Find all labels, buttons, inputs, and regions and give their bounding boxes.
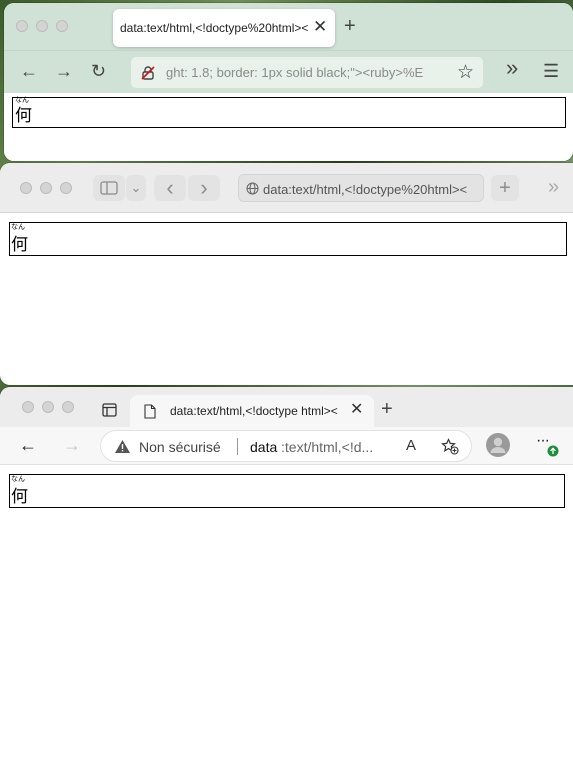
back-button[interactable]: ← [19,435,37,455]
zoom-window-button[interactable] [56,20,68,32]
window-controls [22,401,74,413]
ruby-container: なん 何 [9,474,565,508]
close-window-button[interactable] [16,20,28,32]
tab-title: data:text/html,<!doctype%20html>< [120,21,309,35]
navigation-toolbar: ← → ↻ ght: 1.8; border: 1px solid black;… [4,50,573,93]
firefox-window: data:text/html,<!doctype%20html>< ✕ + ← … [4,3,573,161]
reload-button[interactable]: ↻ [91,61,106,81]
profile-avatar-icon[interactable] [486,433,510,457]
forward-button[interactable]: → [55,61,73,81]
minimize-window-button[interactable] [42,401,54,413]
active-tab[interactable]: data:text/html,<!doctype%20html>< ✕ [113,9,335,47]
close-window-button[interactable] [22,401,34,413]
back-button[interactable]: ‹ [154,175,186,201]
navigation-toolbar: ← → Non sécurisé data :text/html,<!d... … [0,427,573,465]
ruby-container: なん 何 [9,222,567,256]
new-tab-button[interactable]: + [381,399,393,419]
insecure-lock-icon[interactable] [140,65,156,81]
back-button[interactable]: ← [20,61,38,81]
tab-close-button[interactable]: ✕ [313,17,327,37]
hamburger-menu-button[interactable]: ☰ [543,61,559,81]
overflow-button[interactable]: » [548,176,559,199]
tab-close-button[interactable]: ✕ [350,400,363,420]
zoom-window-button[interactable] [60,182,72,194]
active-tab[interactable]: data:text/html,<!doctype html>< ✕ [130,395,374,427]
bookmark-star-icon[interactable]: ☆ [457,61,474,84]
url-text: data:text/html,<!doctype%20html>< [263,182,468,197]
page-content: なん 何 [4,93,573,161]
sidebar-toggle-button[interactable] [93,175,125,201]
ruby-base-text: 何 [11,235,28,255]
edge-window: data:text/html,<!doctype html>< ✕ + ← → … [0,387,573,761]
address-divider [237,438,238,455]
url-scheme: data [250,439,278,455]
window-controls [16,20,68,32]
new-tab-button[interactable]: + [344,16,356,36]
page-icon [144,404,156,419]
minimize-window-button[interactable] [36,20,48,32]
update-available-icon [547,445,559,457]
url-text: ght: 1.8; border: 1px solid black;"><rub… [166,65,424,80]
ruby-base-text: 何 [11,487,28,507]
warning-icon[interactable] [114,439,131,454]
globe-icon [246,182,259,195]
close-window-button[interactable] [20,182,32,194]
url-rest: :text/html,<!d... [281,439,374,455]
vertical-tabs-icon[interactable] [102,403,117,417]
safari-toolbar: ⌄ ‹ › data:text/html,<!doctype%20html>< … [0,163,573,213]
add-favorite-icon[interactable] [441,438,459,455]
minimize-window-button[interactable] [40,182,52,194]
window-controls [20,182,72,194]
address-bar[interactable]: data:text/html,<!doctype%20html>< [238,174,484,202]
ruby-base-text: 何 [15,106,32,126]
sidebar-icon [100,181,118,195]
read-aloud-icon[interactable]: A [406,437,416,454]
sidebar-menu-chevron[interactable]: ⌄ [126,175,146,201]
tab-strip: data:text/html,<!doctype%20html>< ✕ + [4,3,573,50]
forward-button[interactable]: › [188,175,220,201]
new-tab-button[interactable]: + [491,175,519,201]
tab-strip: data:text/html,<!doctype html>< ✕ + [0,387,573,427]
tab-title: data:text/html,<!doctype html>< [170,404,338,418]
forward-button[interactable]: → [63,435,81,455]
zoom-window-button[interactable] [62,401,74,413]
security-warning-label[interactable]: Non sécurisé [139,439,221,455]
address-bar[interactable]: Non sécurisé data :text/html,<!d... A [100,430,472,462]
ruby-container: なん 何 [12,96,566,128]
safari-window: ⌄ ‹ › data:text/html,<!doctype%20html>< … [0,163,573,385]
overflow-menu-button[interactable]: » [506,57,518,79]
address-bar[interactable]: ght: 1.8; border: 1px solid black;"><rub… [131,57,483,88]
